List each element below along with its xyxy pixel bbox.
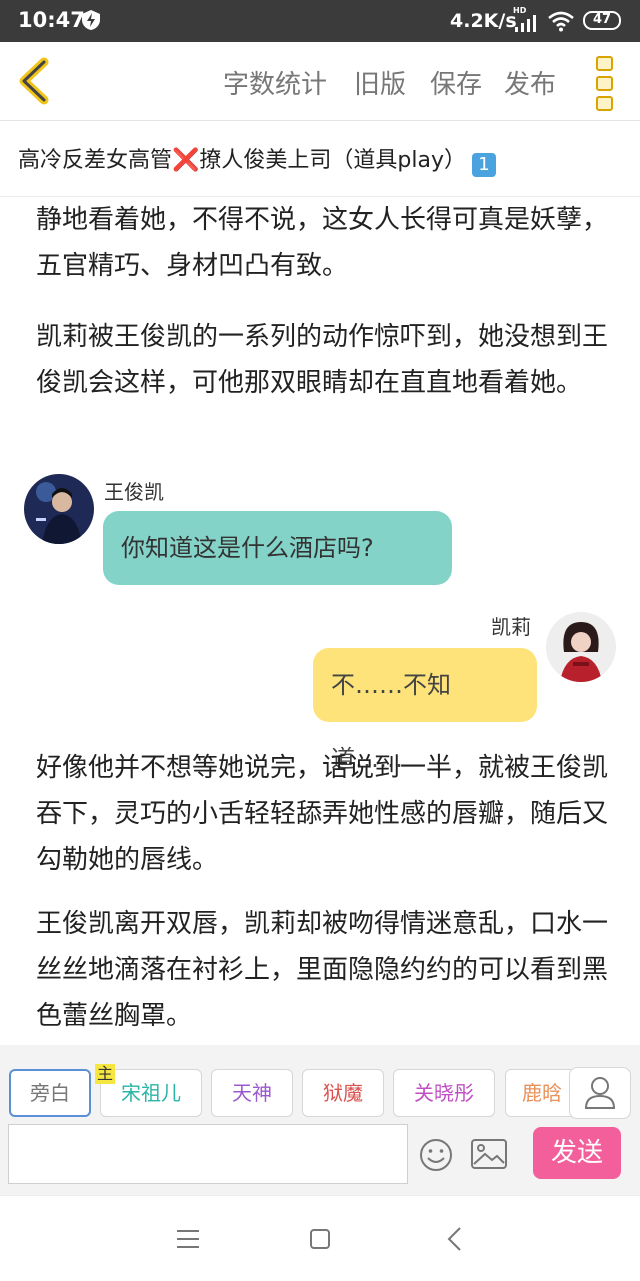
title-prefix: 高冷反差女高管 — [18, 148, 173, 173]
paragraph: 好像他并不想等她说完，话说到一半，就被王俊凯吞下，灵巧的小舌轻轻舔弄她性感的唇瓣… — [36, 753, 609, 875]
status-time: 10:47 — [18, 8, 85, 32]
avatar[interactable] — [546, 612, 616, 682]
publish-button[interactable]: 发布 — [504, 64, 556, 101]
status-bar: 10:47 4.2K/s HD 47 — [0, 0, 640, 42]
message-input[interactable] — [8, 1124, 408, 1184]
paragraph: 凯莉被王俊凯的一系列的动作惊吓到，她没想到王俊凯会这样，可他那双眼睛却在直直地看… — [36, 322, 609, 398]
title-suffix: 撩人俊美上司（道具play） — [199, 148, 467, 173]
role-chip[interactable]: 关晓彤 — [393, 1069, 495, 1117]
main-role-badge: 主 — [95, 1064, 116, 1084]
role-chip[interactable]: 狱魔 — [302, 1069, 384, 1117]
chevron-left-icon[interactable] — [14, 56, 54, 106]
paragraph: 静地看着她，不得不说，这女人长得可真是妖孽，五官精巧、身材凹凸有致。 — [36, 205, 609, 281]
avatar[interactable] — [24, 474, 94, 544]
speaker-name: 王俊凯 — [104, 480, 164, 504]
save-button[interactable]: 保存 — [430, 64, 482, 101]
editor-toolbar: 字数统计 旧版 保存 发布 — [0, 42, 640, 121]
story-title: 高冷反差女高管❌撩人俊美上司（道具play） 1 — [18, 142, 497, 177]
signal-icon — [515, 15, 536, 32]
battery-level: 47 — [592, 12, 612, 27]
menu-icon[interactable] — [173, 1224, 203, 1254]
paragraph: 王俊凯离开双唇，凯莉却被吻得情迷意乱，口水一丝丝地滴落在衬衫上，里面隐隐约约的可… — [36, 909, 609, 1031]
user-icon[interactable] — [569, 1067, 631, 1119]
system-nav-bar — [0, 1195, 640, 1281]
role-selector-panel: 旁白 主 宋祖儿 天神 狱魔 关晓彤 鹿晗 发送 — [0, 1045, 640, 1195]
smiley-icon[interactable] — [418, 1137, 454, 1173]
chat-bubble[interactable]: 不……不知道…… — [313, 648, 537, 773]
home-square-icon[interactable] — [305, 1224, 335, 1254]
charging-shield-icon — [82, 10, 100, 30]
avatar-portrait-icon — [24, 474, 94, 544]
chat-bubble[interactable]: 你知道这是什么酒店吗? — [103, 511, 452, 585]
back-triangle-icon[interactable] — [440, 1224, 470, 1254]
story-content[interactable]: 静地看着她，不得不说，这女人长得可真是妖孽，五官精巧、身材凹凸有致。 凯莉被王俊… — [0, 197, 640, 1045]
word-count-button[interactable]: 字数统计 — [223, 64, 327, 101]
speaker-name: 凯莉 — [491, 615, 531, 639]
battery-icon: 47 — [583, 11, 621, 30]
old-version-button[interactable]: 旧版 — [354, 64, 406, 101]
role-chip[interactable]: 天神 — [211, 1069, 293, 1117]
role-chip-label: 宋祖儿 — [121, 1081, 181, 1105]
cross-mark-icon: ❌ — [172, 148, 200, 173]
role-chip[interactable]: 主 宋祖儿 — [95, 1064, 202, 1117]
role-chip-narrator[interactable]: 旁白 — [9, 1069, 91, 1117]
avatar-portrait-icon — [546, 612, 616, 682]
wifi-icon — [548, 11, 574, 32]
vertical-dots-icon[interactable] — [594, 56, 614, 111]
send-button[interactable]: 发送 — [533, 1127, 621, 1179]
role-chip[interactable]: 鹿晗 — [505, 1069, 579, 1117]
image-icon[interactable] — [470, 1137, 508, 1171]
keycap-one-icon: 1 — [472, 153, 497, 177]
net-speed: 4.2K/s — [450, 10, 517, 32]
